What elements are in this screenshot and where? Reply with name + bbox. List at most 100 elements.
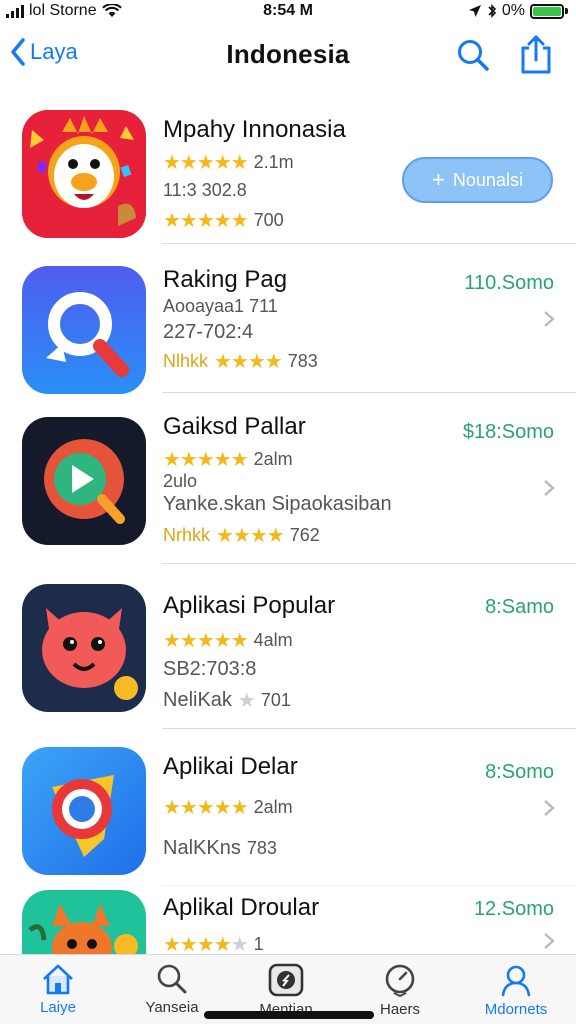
rating-label: NeliKak — [163, 689, 232, 711]
app-row[interactable]: Aplikai Delar ★★★★★ 2alm NalKKns 783 8:S… — [0, 729, 576, 886]
rating-line: ★★★★★ 2alm — [163, 447, 293, 472]
search-icon — [458, 40, 489, 71]
tab-search[interactable]: Yanseia — [122, 963, 222, 1016]
app-name: Aplikai Delar — [163, 753, 298, 780]
app-meta-3: 783 — [246, 838, 277, 858]
app-meta-1: Aooayaa1 711 — [163, 296, 278, 316]
app-meta-1: 2alm — [253, 449, 293, 469]
app-name: Aplikasi Popular — [163, 592, 336, 619]
status-bar: lol Storne 8:54 M 0% — [0, 0, 576, 22]
rating-line: ★★★★★ 2alm — [163, 795, 293, 820]
app-icon-fox — [22, 890, 146, 956]
tab-label: Mdornets — [484, 1001, 548, 1018]
app-row[interactable]: Aplikasi Popular ★★★★★ 4alm SB2:703:8 Ne… — [0, 564, 576, 729]
star-rating: ★★★★ — [214, 351, 283, 373]
rating-label: NalKKns — [163, 837, 241, 859]
app-meta-2: 227-702:4 — [163, 321, 254, 343]
info-line: Aooayaa1 711 — [163, 296, 278, 317]
app-name: Gaiksd Pallar — [163, 413, 306, 440]
carrier-label: lol Storne — [29, 2, 97, 19]
rating-line-2: NeliKak ★ 701 — [163, 688, 291, 713]
app-name: Raking Pag — [163, 266, 288, 293]
star-rating: ★ — [237, 690, 256, 712]
star-rating: ★★★★★ — [163, 210, 249, 232]
share-icon — [521, 35, 551, 74]
install-button[interactable]: + Nounalsi — [402, 157, 553, 203]
price-label: 110.Somo — [464, 272, 554, 294]
star-rating: ★★★★★ — [163, 797, 249, 819]
wifi-icon — [101, 4, 122, 17]
rating-line: ★★★★★ 2.1m — [163, 150, 294, 175]
gauge-icon — [385, 964, 415, 997]
info-line-2: 227-702:4 — [163, 321, 253, 344]
rating-line: ★★★★★ 1 — [163, 932, 264, 956]
app-list: Mpahy Innonasia ★★★★★ 2.1m 11:3 302.8 ★★… — [0, 100, 576, 956]
tab-label: Haers — [379, 1001, 420, 1018]
app-icon-cat — [22, 584, 146, 712]
price-label: 8:Samo — [485, 596, 554, 618]
search-icon — [157, 964, 187, 994]
info-line: 2ulo — [163, 471, 197, 492]
status-right: 0% — [468, 2, 568, 20]
price-label: 12.Somo — [473, 898, 554, 920]
app-meta-2: Yanke.skan Sipaokasiban — [163, 493, 392, 515]
rating-label: Nlhkk — [163, 351, 209, 371]
chevron-right-icon[interactable] — [542, 799, 556, 817]
rating-line-2: ★★★★★ 700 — [163, 208, 284, 233]
home-icon — [43, 964, 73, 995]
install-label: Nounalsi — [452, 169, 523, 190]
info-line: 11:3 302.8 — [163, 180, 247, 201]
app-row[interactable]: Mpahy Innonasia ★★★★★ 2.1m 11:3 302.8 ★★… — [0, 100, 576, 244]
status-left: lol Storne — [6, 2, 122, 20]
rating-label: Nrhkk — [163, 525, 211, 545]
tab-label: Yanseia — [145, 999, 199, 1016]
app-name: Mpahy Innonasia — [163, 116, 346, 143]
home-indicator — [204, 1011, 374, 1019]
nav-bar: Laya Indonesia — [0, 26, 576, 86]
battery-icon — [530, 3, 568, 19]
compass-icon — [268, 963, 304, 997]
app-meta-3: 701 — [260, 690, 291, 710]
app-meta-1: 1 — [253, 934, 264, 954]
app-row[interactable]: Gaiksd Pallar ★★★★★ 2alm 2ulo Yanke.skan… — [0, 393, 576, 564]
person-icon — [501, 965, 531, 997]
app-meta-3: 700 — [253, 210, 284, 230]
app-icon-search — [22, 266, 146, 394]
tab-home[interactable]: Laiye — [8, 963, 108, 1016]
star-rating: ★★★★ — [216, 525, 285, 547]
signal-icon — [6, 4, 24, 18]
chevron-right-icon[interactable] — [542, 932, 556, 950]
app-icon-mascot — [22, 110, 146, 238]
search-button[interactable] — [456, 38, 490, 77]
app-row[interactable]: Raking Pag Aooayaa1 711 227-702:4 Nlhkk … — [0, 244, 576, 394]
tab-label: Laiye — [40, 999, 76, 1016]
price-label: 8:Somo — [485, 761, 554, 783]
tab-speed[interactable]: Haers — [350, 963, 450, 1018]
app-meta-1b: 2ulo — [163, 471, 198, 491]
share-button[interactable] — [518, 34, 554, 79]
star-rating: ★★★★★ — [163, 934, 249, 956]
app-icon-map — [22, 747, 146, 875]
rating-line: ★★★★★ 4alm — [163, 628, 293, 653]
app-row[interactable]: Aplikal Droular ★★★★★ 1 12.Somo — [0, 886, 576, 956]
app-meta-2: 11:3 302.8 — [163, 180, 247, 200]
app-name: Aplikal Droular — [163, 894, 320, 921]
battery-percent: 0% — [501, 2, 525, 19]
bluetooth-icon — [488, 4, 497, 18]
star-rating: ★★★★★ — [163, 630, 249, 652]
app-meta-1: 2alm — [253, 797, 293, 817]
tab-explore[interactable]: Mentian — [236, 963, 336, 1018]
app-meta-1: 4alm — [253, 630, 293, 650]
rating-line-2: Nrhkk ★★★★ 762 — [163, 523, 320, 548]
app-meta-3: 783 — [287, 351, 318, 371]
app-meta-1: 2.1m — [253, 152, 294, 172]
plus-icon: + — [432, 167, 445, 192]
tab-account[interactable]: Mdornets — [466, 963, 566, 1018]
star-rating: ★★★★★ — [163, 449, 249, 471]
info-line: SB2:703:8 — [163, 658, 256, 681]
star-rating: ★★★★★ — [163, 152, 249, 174]
chevron-right-icon[interactable] — [542, 310, 556, 328]
chevron-right-icon[interactable] — [542, 479, 556, 497]
app-meta-3: 762 — [289, 525, 320, 545]
rating-line-2: NalKKns 783 — [163, 837, 277, 860]
